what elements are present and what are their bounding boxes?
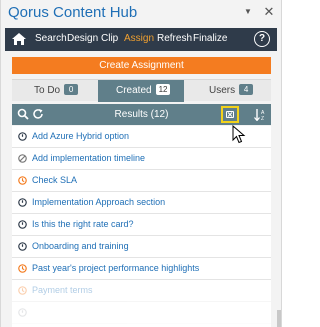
item-label: Is this the right rate card? bbox=[32, 219, 134, 229]
main-nav: Search Design Clip Assign Refresh Finali… bbox=[5, 28, 277, 51]
clear-filter-button[interactable] bbox=[221, 106, 239, 123]
count-badge: 12 bbox=[155, 84, 171, 95]
nav-search[interactable]: Search bbox=[35, 33, 67, 44]
tab-label: To Do bbox=[34, 85, 61, 96]
declined-status-icon bbox=[18, 154, 27, 163]
nav-clip[interactable]: Clip bbox=[101, 33, 118, 44]
list-item[interactable]: Is this the right rate card? bbox=[12, 214, 271, 236]
open-status-icon bbox=[18, 198, 27, 207]
item-label: Implementation Approach section bbox=[32, 197, 166, 207]
nav-assign[interactable]: Assign bbox=[124, 33, 154, 44]
list-item[interactable]: Payment terms bbox=[12, 280, 271, 302]
list-item[interactable] bbox=[12, 302, 271, 324]
list-item[interactable]: Past year's project performance highligh… bbox=[12, 258, 271, 280]
pending-status-icon bbox=[18, 264, 27, 273]
nav-finalize[interactable]: Finalize bbox=[193, 33, 227, 44]
pane-options-dropdown-icon[interactable]: ▼ bbox=[242, 6, 254, 18]
tab-to-do[interactable]: To Do 0 bbox=[12, 80, 98, 102]
list-item[interactable]: Implementation Approach section bbox=[12, 192, 271, 214]
refresh-icon[interactable] bbox=[32, 108, 44, 120]
task-pane: Qorus Content Hub ▼ ✕ Search Design Clip… bbox=[0, 0, 282, 327]
assignment-list: Add Azure Hybrid option Add implementati… bbox=[12, 126, 271, 327]
pending-status-icon bbox=[18, 286, 27, 295]
tab-users[interactable]: Users 4 bbox=[184, 80, 271, 102]
search-icon[interactable] bbox=[17, 108, 29, 120]
sort-icon[interactable]: A Z bbox=[254, 108, 266, 121]
mouse-pointer-icon bbox=[232, 125, 246, 144]
item-label: Add Azure Hybrid option bbox=[32, 131, 130, 141]
tab-created[interactable]: Created 12 bbox=[98, 80, 184, 102]
close-pane-icon[interactable]: ✕ bbox=[263, 5, 275, 19]
help-icon[interactable]: ? bbox=[254, 31, 270, 47]
tab-label: Created bbox=[116, 85, 152, 96]
item-label: Payment terms bbox=[32, 285, 93, 295]
clear-filter-icon bbox=[226, 111, 234, 118]
open-status-icon bbox=[18, 220, 27, 229]
list-item[interactable]: Add implementation timeline bbox=[12, 148, 271, 170]
item-label: Check SLA bbox=[32, 175, 78, 185]
pane-title: Qorus Content Hub bbox=[8, 4, 138, 21]
list-item[interactable]: Check SLA bbox=[12, 170, 271, 192]
pane-scrollbar[interactable] bbox=[277, 310, 281, 327]
results-toolbar: Results (12) A Z bbox=[12, 104, 271, 125]
open-status-icon bbox=[18, 242, 27, 251]
create-assignment-button[interactable]: Create Assignment bbox=[12, 57, 271, 74]
item-label: Past year's project performance highligh… bbox=[32, 263, 200, 273]
list-item[interactable]: Onboarding and training bbox=[12, 236, 271, 258]
title-bar: Qorus Content Hub ▼ ✕ bbox=[1, 0, 281, 28]
item-label: Onboarding and training bbox=[32, 241, 129, 251]
home-icon[interactable] bbox=[11, 32, 27, 46]
pending-status-icon bbox=[18, 176, 27, 185]
nav-refresh[interactable]: Refresh bbox=[157, 33, 192, 44]
item-label: Add implementation timeline bbox=[32, 153, 146, 163]
count-badge: 4 bbox=[239, 84, 254, 95]
assignment-tabs: To Do 0 Created 12 Users 4 bbox=[12, 79, 271, 102]
open-status-icon bbox=[18, 132, 27, 141]
svg-text:Z: Z bbox=[261, 116, 264, 121]
open-status-icon bbox=[18, 308, 27, 317]
nav-design[interactable]: Design bbox=[67, 33, 98, 44]
tab-label: Users bbox=[209, 85, 236, 96]
count-badge: 0 bbox=[64, 84, 79, 95]
